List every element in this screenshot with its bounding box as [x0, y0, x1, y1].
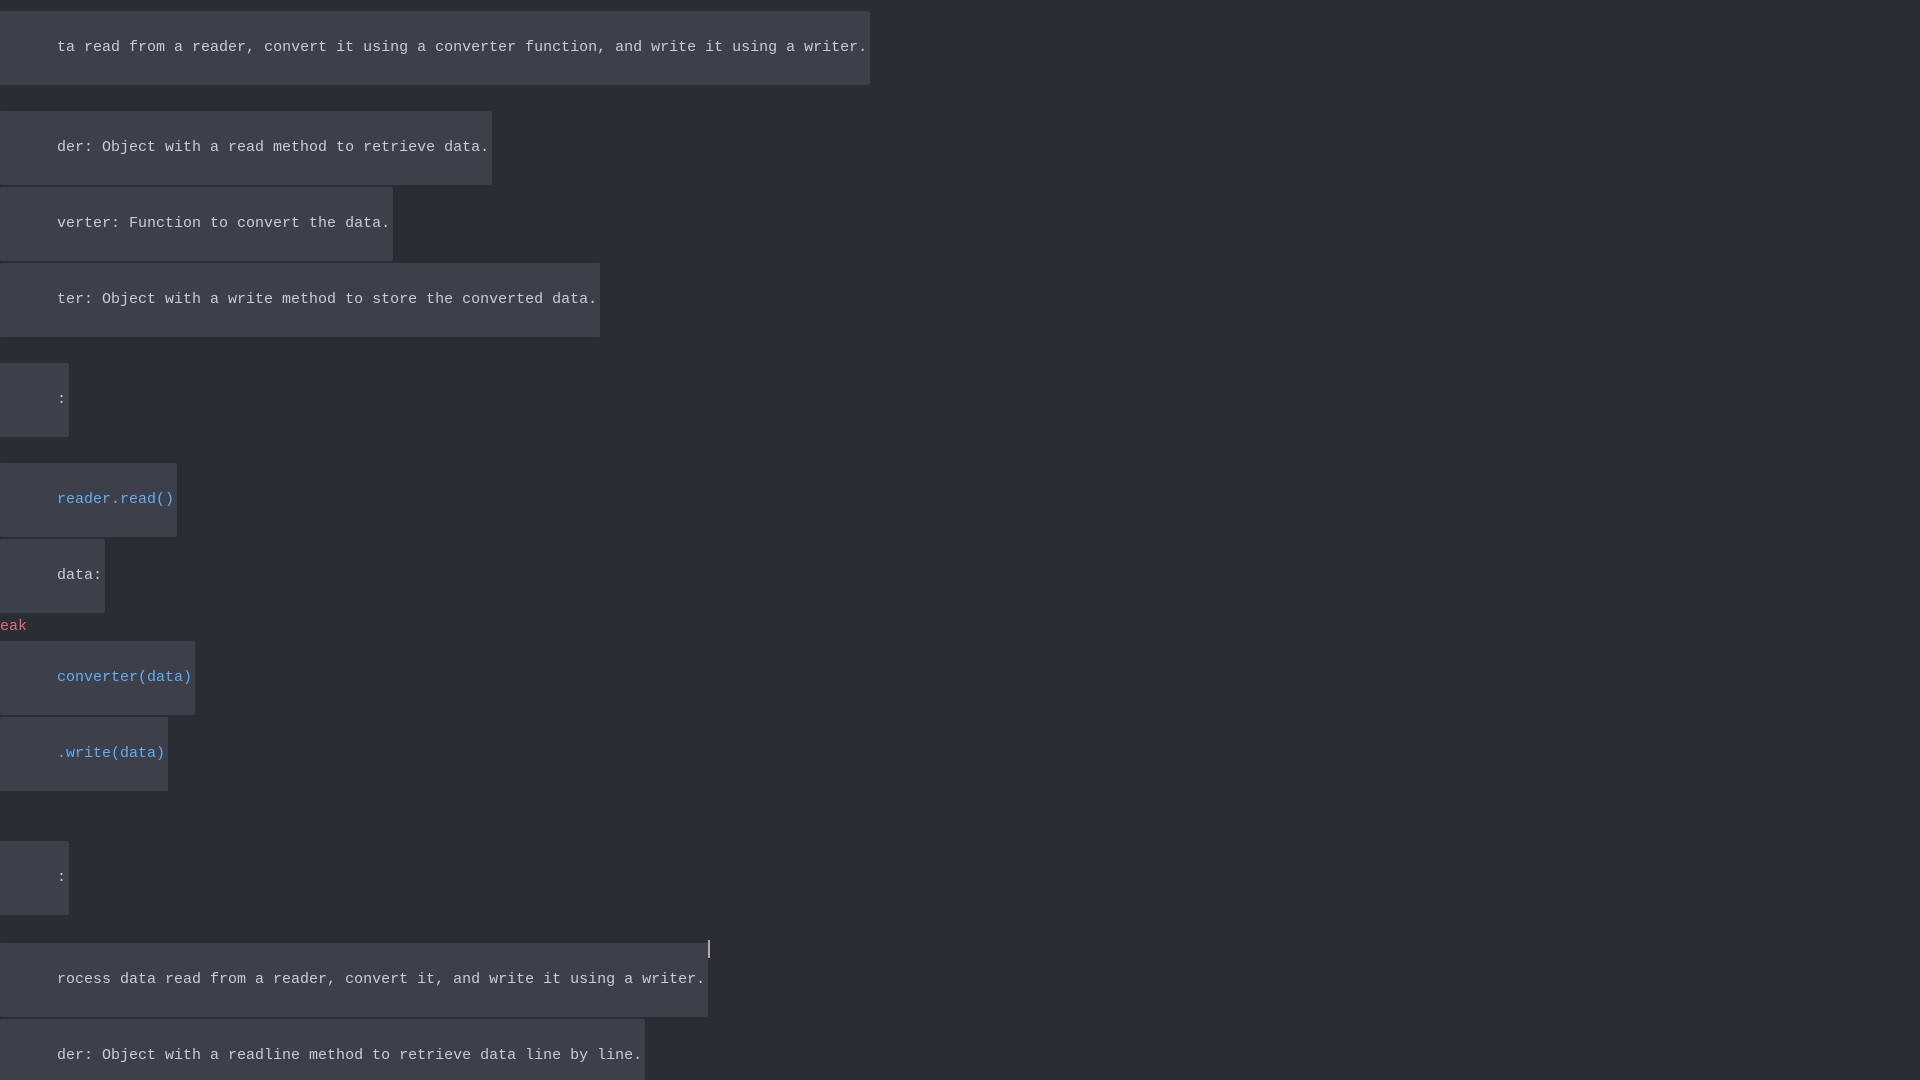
- code-line-4: verter: Function to convert the data.: [0, 186, 1920, 262]
- line-highlight: :: [0, 363, 69, 437]
- code-line-19: der: Object with a readline method to re…: [0, 1018, 1920, 1080]
- cursor: [708, 940, 710, 958]
- code-line-9: reader.read(): [0, 462, 1920, 538]
- line-highlight: reader.read(): [0, 463, 177, 537]
- line-highlight: rocess data read from a reader, convert …: [0, 943, 708, 1017]
- code-line-11: eak: [0, 614, 1920, 640]
- code-line-13: .write(data): [0, 716, 1920, 792]
- line-highlight: :: [0, 841, 69, 915]
- code-line-7: :: [0, 362, 1920, 438]
- line-highlight: ta read from a reader, convert it using …: [0, 11, 870, 85]
- line-highlight: der: Object with a readline method to re…: [0, 1019, 645, 1080]
- line-highlight: data:: [0, 539, 105, 613]
- code-editor: ta read from a reader, convert it using …: [0, 0, 1920, 1080]
- line-highlight: verter: Function to convert the data.: [0, 187, 393, 261]
- code-line-16: :: [0, 840, 1920, 916]
- code-line-empty-3: [0, 438, 1920, 462]
- line-highlight: converter(data): [0, 641, 195, 715]
- code-line-empty-2: [0, 338, 1920, 362]
- code-line-1: ta read from a reader, convert it using …: [0, 10, 1920, 86]
- code-line-5: ter: Object with a write method to store…: [0, 262, 1920, 338]
- code-line-18: rocess data read from a reader, convert …: [0, 940, 1920, 1018]
- code-line-empty-1: [0, 86, 1920, 110]
- code-line-10: data:: [0, 538, 1920, 614]
- code-line-empty-4: [0, 792, 1920, 816]
- line-highlight: ter: Object with a write method to store…: [0, 263, 600, 337]
- code-line-empty-5: [0, 816, 1920, 840]
- code-line-3: der: Object with a read method to retrie…: [0, 110, 1920, 186]
- code-line-empty-6: [0, 916, 1920, 940]
- code-line-12: converter(data): [0, 640, 1920, 716]
- line-highlight: .write(data): [0, 717, 168, 791]
- line-highlight: der: Object with a read method to retrie…: [0, 111, 492, 185]
